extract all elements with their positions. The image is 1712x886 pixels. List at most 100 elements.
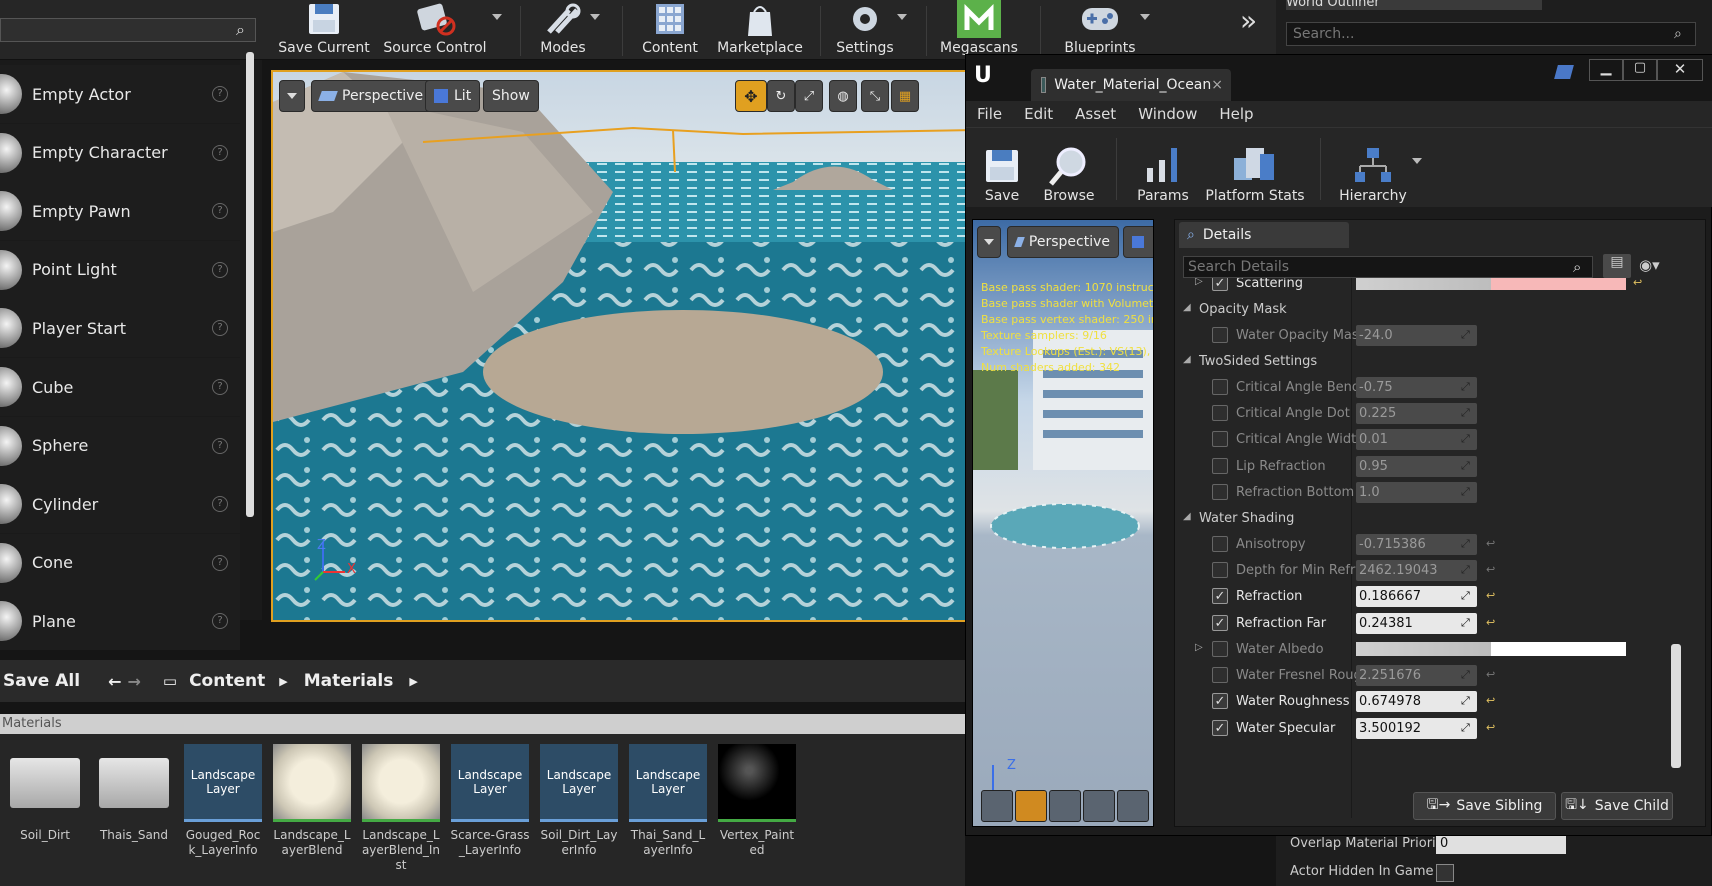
breadcrumb-materials[interactable]: Materials (304, 671, 394, 691)
drag-handle-icon[interactable]: ⤢ (1461, 694, 1470, 708)
perspective-button[interactable]: Perspective (311, 80, 433, 112)
place-item[interactable]: Empty Character? (0, 123, 240, 182)
modes-button[interactable]: Modes (528, 0, 598, 60)
help-icon[interactable]: ? (212, 144, 228, 161)
browse-button[interactable]: Browse (1034, 128, 1104, 208)
tab-water-material-ocean[interactable]: Water_Material_Ocean × (1031, 69, 1231, 101)
close-window-button[interactable]: ✕ (1657, 59, 1703, 81)
menu-file[interactable]: File (966, 105, 1013, 123)
maximize-button[interactable]: ▢ (1623, 59, 1657, 81)
property-value-field[interactable]: 0.95 (1356, 455, 1477, 477)
asset-tile[interactable]: Vertex_Painted (717, 744, 797, 858)
drag-handle-icon[interactable]: ⤢ (1461, 432, 1470, 446)
asset-tile[interactable]: Thais_Sand (94, 744, 174, 843)
place-item[interactable]: Point Light? (0, 240, 240, 299)
drag-handle-icon[interactable]: ⤢ (1461, 668, 1470, 682)
menu-window[interactable]: Window (1127, 105, 1208, 123)
drag-handle-icon[interactable]: ⤢ (1461, 589, 1470, 603)
minimize-button[interactable]: ▁ (1589, 59, 1623, 81)
override-checkbox[interactable] (1212, 667, 1228, 684)
lit-button[interactable]: Lit (425, 80, 481, 112)
reset-to-default-icon[interactable]: ↩ (1486, 721, 1495, 734)
help-icon[interactable]: ? (212, 496, 228, 513)
drag-handle-icon[interactable]: ⤢ (1461, 380, 1470, 394)
place-list-scrollbar[interactable] (246, 52, 254, 517)
property-matrix-button[interactable]: ▤ (1603, 254, 1631, 278)
override-checkbox[interactable] (1212, 457, 1228, 474)
megascans-button[interactable]: Megascans (934, 0, 1024, 60)
breadcrumb-separator-icon[interactable]: ▶ (279, 675, 287, 688)
place-item[interactable]: Player Start? (0, 299, 240, 358)
asset-tile[interactable]: Soil_Dirt (5, 744, 85, 843)
help-icon[interactable]: ? (212, 379, 228, 395)
help-icon[interactable]: ? (212, 203, 228, 220)
preview-lit-button[interactable] (1123, 226, 1153, 258)
override-checkbox[interactable]: ✓ (1212, 693, 1228, 710)
place-item[interactable]: Cylinder? (0, 475, 240, 534)
property-value-field[interactable]: -0.715386 (1356, 533, 1477, 555)
collapse-arrow-icon[interactable]: ◢ (1183, 511, 1191, 522)
expand-arrow-icon[interactable]: ▷ (1195, 642, 1203, 653)
drag-handle-icon[interactable]: ⤢ (1461, 537, 1470, 551)
toolbar-overflow-icon[interactable]: » (1240, 4, 1257, 37)
help-icon[interactable]: ? (212, 261, 228, 278)
reset-to-default-icon[interactable]: ↩ (1486, 668, 1495, 681)
place-item[interactable]: Plane? (0, 592, 240, 651)
reset-to-default-icon[interactable]: ↩ (1486, 694, 1495, 707)
collapse-arrow-icon[interactable]: ◢ (1183, 302, 1191, 313)
override-checkbox[interactable] (1212, 326, 1228, 343)
asset-tile[interactable]: Landscape Layer Soil_Dirt_LayerInfo (539, 744, 619, 858)
override-checkbox[interactable] (1212, 561, 1228, 578)
help-icon[interactable]: ? (212, 86, 228, 102)
grid-snap-button[interactable]: ▦ (891, 80, 919, 112)
property-value-field[interactable]: 0.01 (1356, 429, 1477, 451)
cylinder-preview-button[interactable] (981, 790, 1013, 822)
settings-button[interactable]: Settings (830, 0, 900, 60)
search-details-input[interactable]: Search Details (1183, 256, 1593, 278)
override-checkbox[interactable] (1212, 483, 1228, 500)
expand-arrow-icon[interactable]: ▷ (1195, 278, 1203, 287)
platform-stats-button[interactable]: Platform Stats (1200, 128, 1310, 208)
asset-tile[interactable]: Landscape_LayerBlend (272, 744, 352, 858)
property-value-field[interactable]: 0.225 (1356, 402, 1477, 424)
params-button[interactable]: Params (1128, 128, 1198, 208)
content-button[interactable]: Content (630, 0, 710, 60)
back-arrow-icon[interactable]: ← (108, 672, 121, 691)
preview-perspective-button[interactable]: Perspective (1007, 226, 1119, 258)
property-value-field[interactable]: 0.24381 (1356, 612, 1477, 634)
scale-tool-button[interactable]: ⤢ (795, 80, 823, 112)
place-item[interactable]: Empty Actor? (0, 65, 240, 123)
hierarchy-button[interactable]: Hierarchy (1328, 128, 1418, 208)
actor-hidden-in-game-checkbox[interactable] (1436, 864, 1454, 882)
override-checkbox[interactable]: ✓ (1212, 719, 1228, 736)
color-swatch[interactable] (1356, 278, 1626, 290)
property-value-field[interactable]: 2.251676 (1356, 665, 1477, 687)
help-icon[interactable]: ? (212, 554, 228, 571)
modes-dropdown-icon[interactable] (590, 14, 600, 20)
outliner-tab[interactable]: World Outliner (1286, 0, 1542, 10)
level-viewport[interactable]: Z X Perspective Lit Show ✥ ↻ ⤢ ◍ ⤡ ▦ (271, 70, 971, 622)
breadcrumb-separator-icon[interactable]: ▶ (409, 675, 417, 688)
save-child-button[interactable]: 🖫↓ Save Child (1561, 792, 1673, 820)
override-checkbox[interactable] (1212, 378, 1228, 395)
reset-to-default-icon[interactable]: ↩ (1486, 589, 1495, 602)
help-icon[interactable]: ? (212, 320, 228, 337)
show-button[interactable]: Show (483, 80, 539, 112)
plane-preview-button[interactable] (1049, 790, 1081, 822)
menu-asset[interactable]: Asset (1064, 105, 1127, 123)
preview-options-button[interactable] (977, 226, 1001, 258)
help-icon[interactable]: ? (212, 437, 228, 454)
drag-handle-icon[interactable]: ⤢ (1461, 721, 1470, 735)
menu-edit[interactable]: Edit (1013, 105, 1064, 123)
view-options-eye-icon[interactable]: ◉▾ (1639, 256, 1660, 274)
override-checkbox[interactable] (1212, 640, 1228, 657)
forward-arrow-icon[interactable]: → (127, 672, 140, 691)
translate-tool-button[interactable]: ✥ (735, 80, 767, 112)
place-item[interactable]: Cube? (0, 358, 240, 416)
details-tab[interactable]: ⌕ Details (1179, 222, 1349, 248)
save-button[interactable]: Save (970, 128, 1034, 208)
place-item[interactable]: Cone? (0, 533, 240, 592)
drag-handle-icon[interactable]: ⤢ (1461, 328, 1470, 342)
outliner-search-input[interactable]: Search... (1286, 22, 1696, 46)
asset-tile[interactable]: Landscape Layer Gouged_Rock_LayerInfo (183, 744, 263, 858)
